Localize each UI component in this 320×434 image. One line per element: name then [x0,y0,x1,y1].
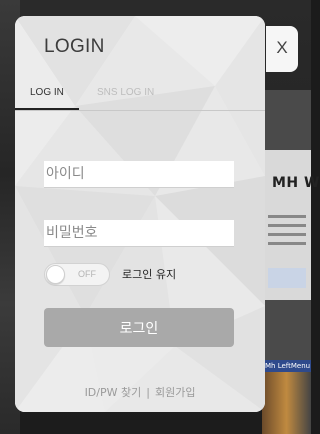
close-button[interactable]: X [266,26,298,72]
login-modal: LOGIN LOG IN SNS LOG IN OFF 로그인 유지 로그인 I… [15,16,265,412]
keep-login-label: 로그인 유지 [122,268,177,281]
active-tab-indicator [15,108,79,110]
toggle-state-label: OFF [78,269,96,279]
signup-link[interactable]: 회원가입 [155,386,195,399]
toggle-knob [46,265,65,284]
background-heading: MH W [272,175,320,191]
id-input[interactable] [44,161,234,188]
keep-login-toggle[interactable]: OFF [44,263,110,286]
background-image [262,372,311,434]
login-tabs: LOG IN SNS LOG IN [15,86,265,111]
find-id-pw-link[interactable]: ID/PW 찾기 [85,386,142,399]
tab-sns-login[interactable]: SNS LOG IN [97,86,154,100]
polygon-background [15,16,265,412]
background-blue-bar: Mh LeftMenu [262,360,311,372]
password-input[interactable] [44,220,234,247]
footer-links: ID/PW 찾기 | 회원가입 [15,384,265,400]
modal-title: LOGIN [44,36,105,57]
footer-separator: | [146,386,150,399]
background-box [268,268,306,288]
background-text-lines [268,215,306,251]
tab-login[interactable]: LOG IN [30,86,64,100]
login-button[interactable]: 로그인 [44,308,234,347]
